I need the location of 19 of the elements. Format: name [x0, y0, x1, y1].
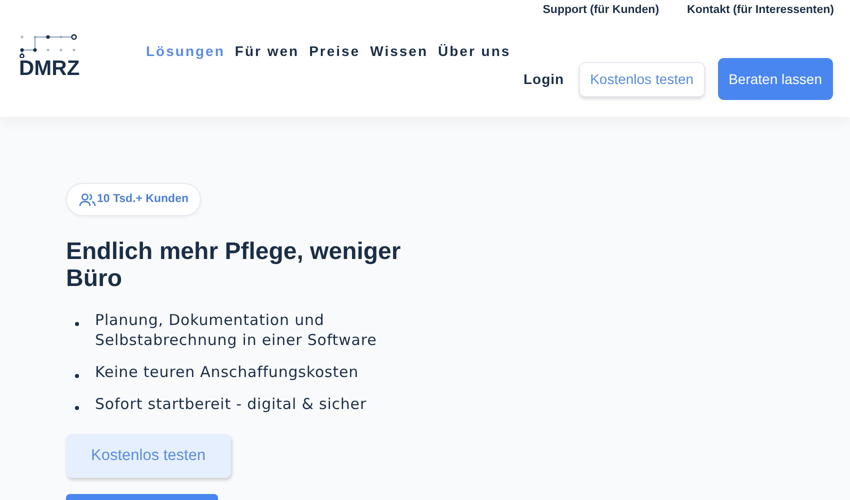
nav-link[interactable]: Über uns	[438, 41, 511, 62]
hero-heading: Endlich mehr Pflege, weniger Büro	[66, 238, 402, 292]
nav-link[interactable]: Für wen	[234, 41, 300, 62]
nav-link[interactable]: Wissen	[370, 41, 428, 62]
bullet-dot	[75, 406, 79, 410]
top-link[interactable]: Kontakt (für Interessenten)	[687, 2, 834, 20]
consult-button[interactable]: Beraten lassen	[718, 58, 833, 100]
logo-text[interactable]: DMRZ	[19, 58, 80, 79]
bullet-text: Planung, Dokumentation und Selbstabrechnung in einer Software	[95, 310, 378, 350]
bullet-dot	[75, 322, 79, 326]
login-link[interactable]: Login	[523, 68, 564, 90]
users-icon	[79, 192, 96, 207]
nav-link[interactable]: Preise	[309, 41, 360, 62]
bullet-text: Keine teuren Anschaffungskosten	[95, 362, 359, 382]
top-link[interactable]: Support (für Kunden)	[542, 2, 660, 20]
bullet-text: Sofort startbereit - digital & sicher	[95, 394, 367, 414]
badge-text: 10 Tsd.+ Kunden	[97, 192, 188, 207]
logo-icon	[19, 34, 77, 58]
bullet-dot	[75, 374, 79, 378]
